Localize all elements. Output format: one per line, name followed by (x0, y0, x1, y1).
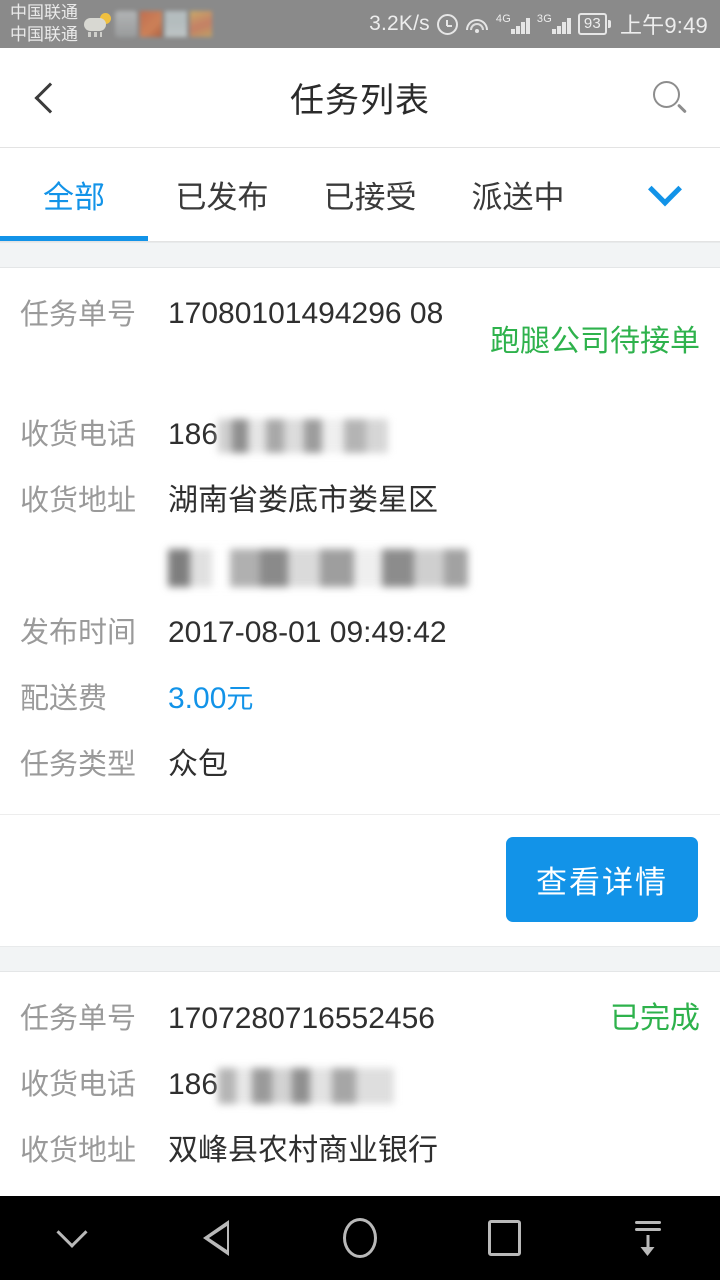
address-label: 收货地址 (20, 485, 137, 517)
search-button[interactable] (620, 48, 720, 148)
recents-square-icon (487, 1220, 521, 1256)
publish-time-value: 2017-08-01 09:49:42 (168, 616, 447, 649)
phone-label: 收货电话 (20, 419, 137, 451)
tab-all[interactable]: 全部 (0, 148, 148, 241)
collapse-down-icon (632, 1221, 664, 1256)
wifi-icon (465, 15, 489, 33)
carrier-line-1: 中国联通 (10, 3, 78, 22)
phone-row: 收货电话 186 (0, 1052, 720, 1118)
notification-icons (84, 11, 212, 37)
publish-time-row: 发布时间 2017-08-01 09:49:42 (0, 600, 720, 666)
card-separator-gap (0, 946, 720, 972)
fee-unit: 元 (226, 684, 254, 714)
task-card[interactable]: 任务单号 17080101494296 08 跑腿公司待接单 收货电话 186 … (0, 268, 720, 946)
home-circle-icon (343, 1218, 377, 1258)
tab-bar: 全部 已发布 已接受 派送中 (0, 148, 720, 242)
battery-percent-label: 93 (577, 13, 607, 35)
back-triangle-icon (203, 1220, 229, 1256)
phone-prefix: 186 (168, 1068, 219, 1101)
notification-icon-blurred-4 (190, 11, 212, 37)
tab-accepted[interactable]: 已接受 (296, 148, 444, 241)
address-row: 收货地址 湖南省娄底市娄星区 (0, 468, 720, 600)
fee-amount: 3.00 (168, 682, 227, 715)
phone-row: 收货电话 186 (0, 402, 720, 468)
status-bar: 中国联通 中国联通 3.2K/s 4G 3G 93 上午9:49 (0, 0, 720, 48)
card-actions: 查看详情 (0, 815, 720, 946)
chevron-left-icon (34, 81, 66, 114)
notification-icon-blurred-1 (115, 11, 137, 37)
network-speed-label: 3.2K/s (369, 12, 430, 35)
order-no-row: 任务单号 17080101494296 08 跑腿公司待接单 (0, 282, 720, 402)
signal-4g-icon: 4G (495, 13, 530, 34)
carrier-line-2: 中国联通 (10, 25, 78, 44)
task-list[interactable]: 任务单号 17080101494296 08 跑腿公司待接单 收货电话 186 … (0, 242, 720, 1280)
signal-4g-label: 4G (495, 13, 511, 25)
chevron-down-icon (56, 1216, 88, 1248)
address-prefix: 湖南省娄底市娄星区 (168, 484, 438, 517)
address-redaction-blur (168, 549, 468, 588)
notification-icon-blurred-3 (165, 11, 187, 37)
status-badge: 跑腿公司待接单 (490, 325, 700, 358)
address-row: 收货地址 双峰县农村商业银行 (0, 1118, 720, 1184)
title-bar: 任务列表 (0, 48, 720, 148)
task-type-row: 任务类型 众包 (0, 732, 720, 798)
carrier-label: 中国联通 中国联通 (10, 2, 78, 46)
nav-hide-button[interactable] (22, 1196, 122, 1280)
tab-published[interactable]: 已发布 (148, 148, 296, 241)
alarm-icon (436, 13, 458, 35)
tab-delivering[interactable]: 派送中 (444, 148, 592, 241)
status-bar-right: 3.2K/s 4G 3G 93 上午9:49 (369, 8, 708, 40)
address-label: 收货地址 (20, 1135, 137, 1167)
order-no-value: 17080101494296 08 (168, 297, 444, 330)
status-badge: 已完成 (610, 1002, 700, 1035)
back-button[interactable] (0, 48, 100, 148)
list-top-gap (0, 242, 720, 268)
order-no-label: 任务单号 (20, 299, 137, 331)
signal-3g-icon: 3G (536, 13, 571, 34)
battery-icon: 93 (577, 13, 611, 35)
phone-redaction-blur (218, 1068, 395, 1105)
publish-time-label: 发布时间 (20, 617, 137, 649)
address-value: 湖南省娄底市娄星区 (168, 468, 700, 600)
phone-label: 收货电话 (20, 1069, 137, 1101)
order-no-row: 任务单号 1707280716552456 已完成 (0, 986, 720, 1052)
phone-redaction-blur (218, 419, 389, 454)
phone-value: 186 (168, 402, 700, 468)
fee-row: 配送费 3.00元 (0, 666, 720, 732)
page-title: 任务列表 (290, 82, 430, 120)
fee-value: 3.00元 (168, 666, 700, 732)
notification-icon-blurred-2 (140, 11, 162, 37)
nav-back-button[interactable] (166, 1196, 266, 1280)
fee-label: 配送费 (20, 683, 108, 715)
task-type-value: 众包 (168, 748, 228, 781)
tabs-expand-button[interactable] (610, 148, 720, 241)
weather-icon (84, 11, 112, 37)
order-no-value: 1707280716552456 (168, 1002, 435, 1035)
view-details-button[interactable]: 查看详情 (506, 837, 698, 922)
nav-collapse-button[interactable] (598, 1196, 698, 1280)
order-no-label: 任务单号 (20, 1003, 137, 1035)
clock-label: 上午9:49 (619, 13, 708, 38)
phone-prefix: 186 (168, 418, 219, 451)
chevron-down-icon (648, 171, 682, 206)
task-type-label: 任务类型 (20, 749, 137, 781)
nav-recents-button[interactable] (454, 1196, 554, 1280)
nav-home-button[interactable] (310, 1196, 410, 1280)
phone-value: 186 (168, 1052, 700, 1118)
system-navigation-bar (0, 1196, 720, 1280)
address-value: 双峰县农村商业银行 (168, 1134, 438, 1167)
signal-3g-label: 3G (536, 13, 552, 25)
search-icon (653, 80, 687, 115)
